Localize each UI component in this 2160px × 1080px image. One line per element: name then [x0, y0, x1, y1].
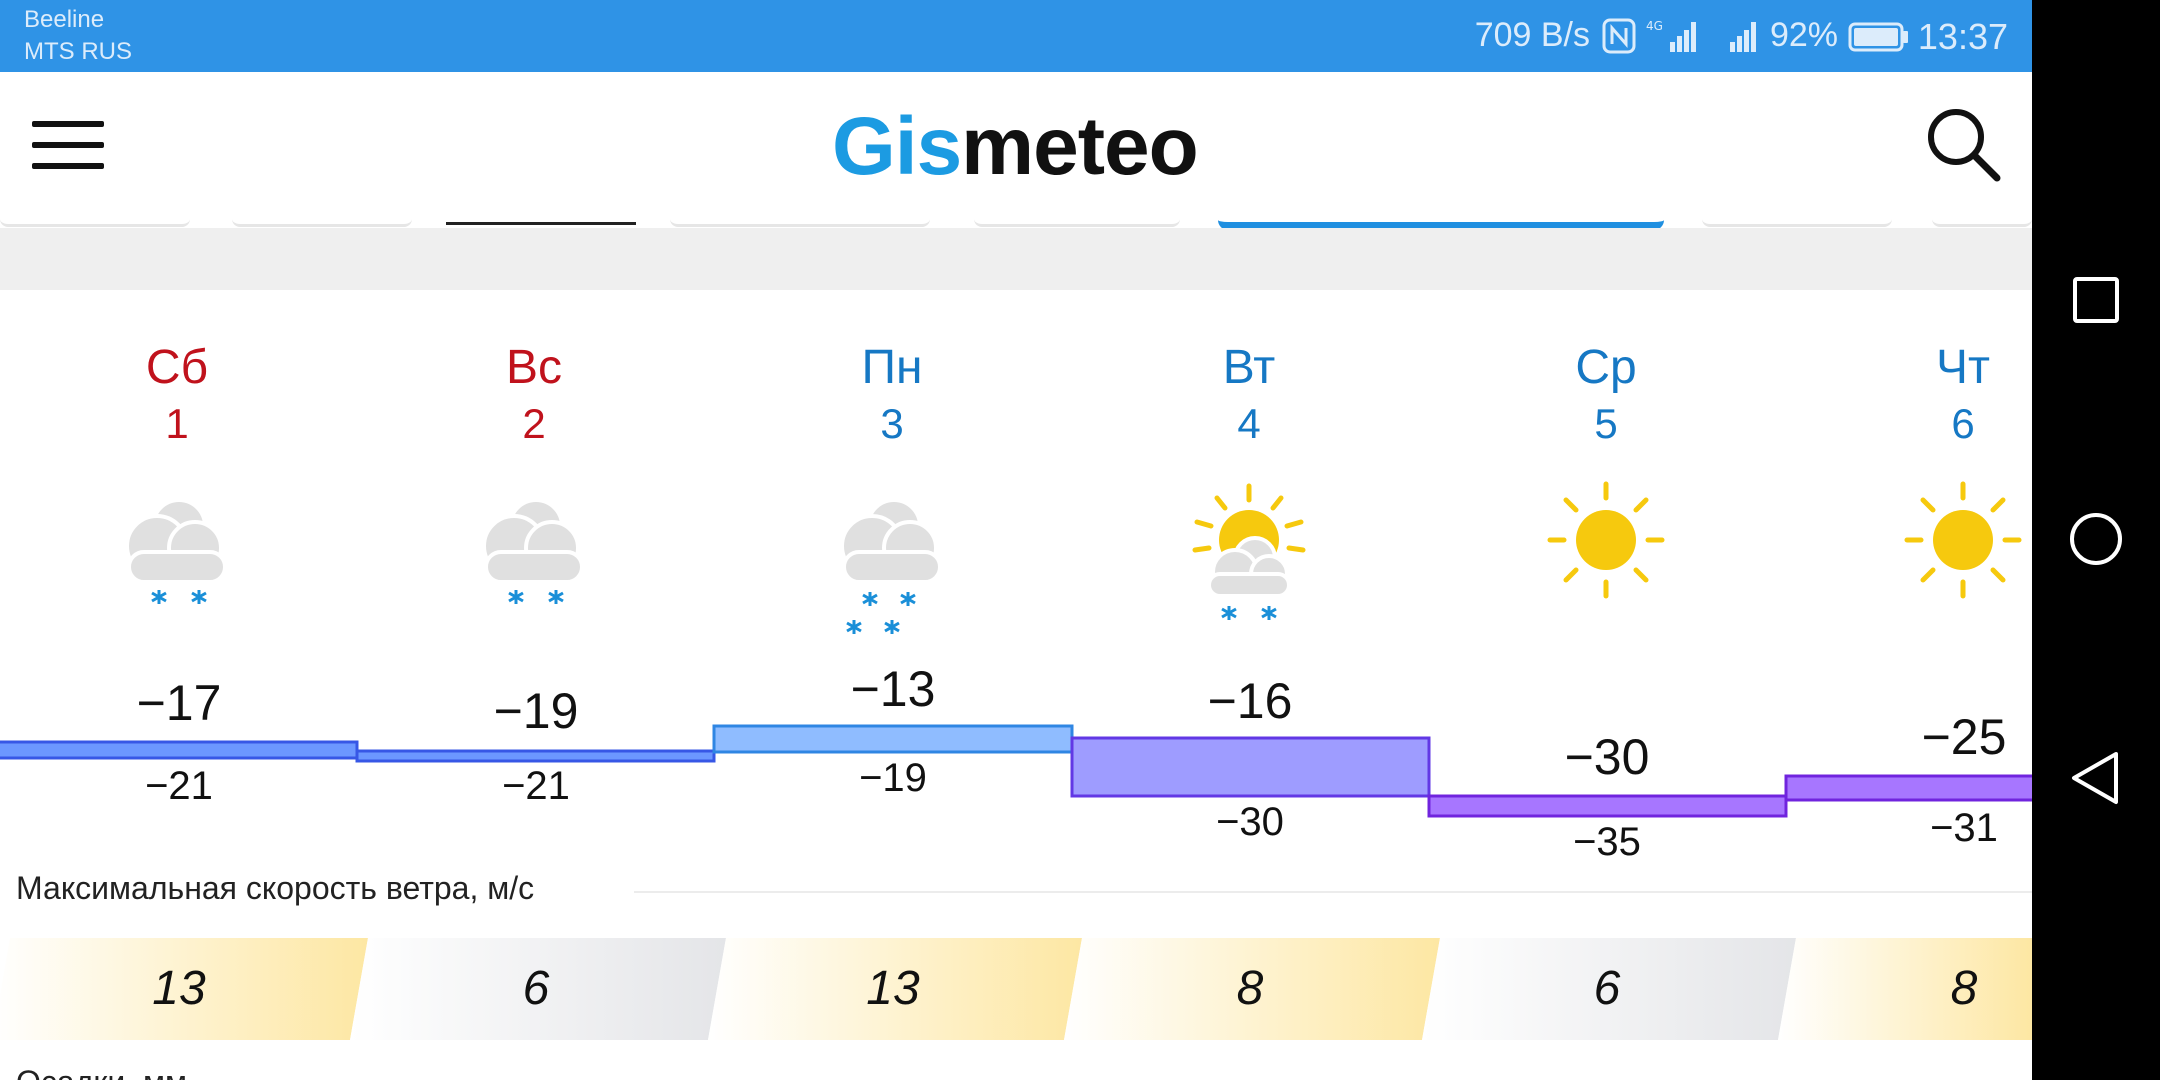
temp-max: −25 [1921, 709, 2007, 765]
precipitation-section-title: Осадки, мм [16, 1064, 187, 1080]
temp-band [355, 749, 716, 763]
home-icon [2070, 513, 2122, 565]
temp-max: −16 [1207, 673, 1293, 729]
temp-min: −30 [1216, 800, 1284, 844]
wind-value: 8 [1236, 962, 1264, 1015]
home-button[interactable] [2062, 505, 2130, 573]
temp-max: −13 [850, 661, 936, 717]
wind-value: 13 [152, 962, 206, 1015]
temp-max: −17 [136, 675, 222, 731]
temp-min: −21 [145, 764, 213, 808]
temp-band [0, 740, 359, 760]
temp-min: −21 [502, 764, 570, 808]
section-rule [634, 891, 2032, 893]
temp-max: −19 [493, 683, 579, 739]
wind-value: 8 [1950, 962, 1978, 1015]
temp-band [1784, 774, 2032, 802]
wind-value: 6 [522, 962, 550, 1015]
wind-strip [0, 938, 2032, 1040]
temp-min: −31 [1930, 806, 1998, 850]
temp-max: −30 [1564, 729, 1650, 785]
back-icon [2072, 752, 2118, 804]
recent-apps-icon [2073, 277, 2119, 323]
recent-apps-button[interactable] [2062, 266, 2130, 334]
app-screen: Beeline MTS RUS 709 B/s 4G 92% 13:37 Gis… [0, 0, 2032, 1080]
wind-value: 6 [1593, 962, 1621, 1015]
wind-section-title: Максимальная скорость ветра, м/с [16, 870, 535, 906]
wind-value: 13 [866, 962, 920, 1015]
temp-band [1070, 736, 1431, 798]
system-nav-bar [2032, 0, 2160, 1080]
temp-min: −35 [1573, 820, 1641, 864]
temp-min: −19 [859, 756, 927, 800]
temperature-chart [0, 724, 2032, 818]
temp-band [1427, 794, 1788, 818]
temp-band [712, 724, 1074, 754]
back-button[interactable] [2062, 744, 2130, 812]
